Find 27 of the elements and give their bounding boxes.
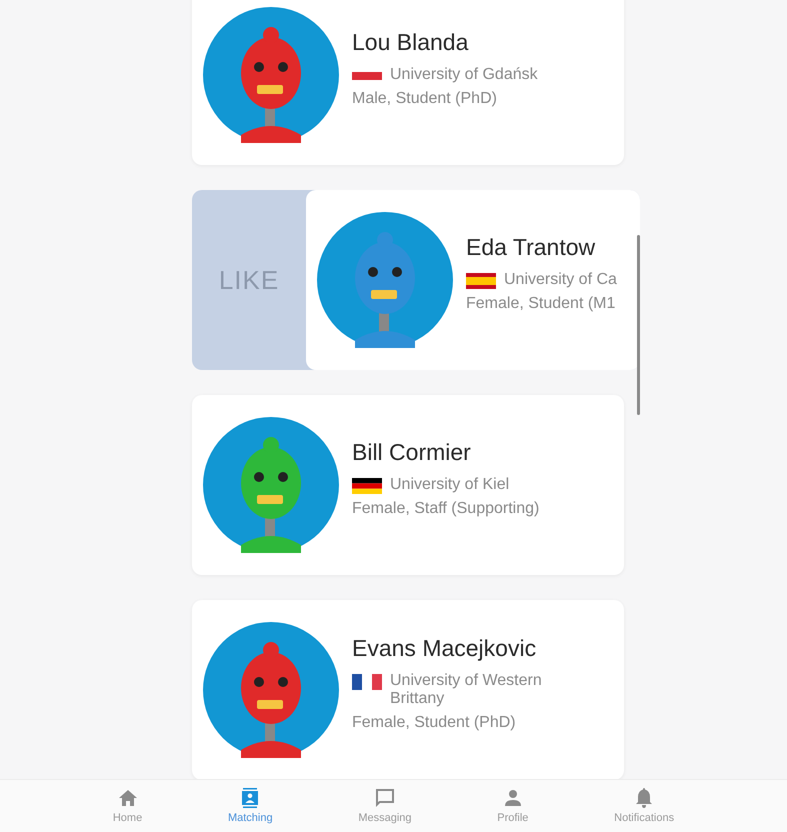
flag-icon: [352, 478, 382, 494]
nav-tab[interactable]: Notifications: [610, 780, 678, 832]
match-card[interactable]: Eda Trantow University of Ca Female, Student (M1: [306, 190, 640, 370]
nav-tab[interactable]: Home: [108, 780, 146, 832]
person-details: Female, Student (PhD): [352, 714, 517, 732]
nav-tab[interactable]: Messaging: [354, 780, 416, 832]
scrollbar[interactable]: [637, 235, 640, 415]
flag-icon: [352, 72, 382, 80]
person-name: Lou Blanda: [352, 28, 470, 56]
person-name: Eda Trantow: [466, 234, 596, 260]
flag-icon: [352, 674, 382, 690]
nav-tab[interactable]: Profile: [493, 780, 532, 832]
person-name: Bill Cormier: [352, 438, 472, 466]
university-name: University of Ca: [504, 270, 617, 288]
person-details: Male, Student (PhD): [352, 90, 498, 108]
nav-tab[interactable]: Matching: [224, 780, 277, 832]
university-name: University of Kiel: [390, 476, 510, 494]
university-name: University of Gdańsk: [390, 66, 538, 84]
match-card[interactable]: Bill Cormier University of Kiel Female, Staff (Supporting): [192, 395, 624, 575]
university-name: University of Western Brittany: [390, 672, 543, 708]
like-action-panel[interactable]: LIKE: [192, 190, 306, 370]
person-name: Evans Macejkovic: [352, 634, 538, 662]
person-details: Female, Student (M1: [466, 294, 616, 312]
person-details: Female, Staff (Supporting): [352, 500, 540, 518]
match-card[interactable]: Evans Macejkovic University of Western Brittany Female, Student (PhD): [192, 600, 624, 779]
flag-icon: [466, 272, 496, 288]
match-card[interactable]: Lou Blanda University of Gdańsk Male, Student (PhD): [192, 0, 624, 165]
